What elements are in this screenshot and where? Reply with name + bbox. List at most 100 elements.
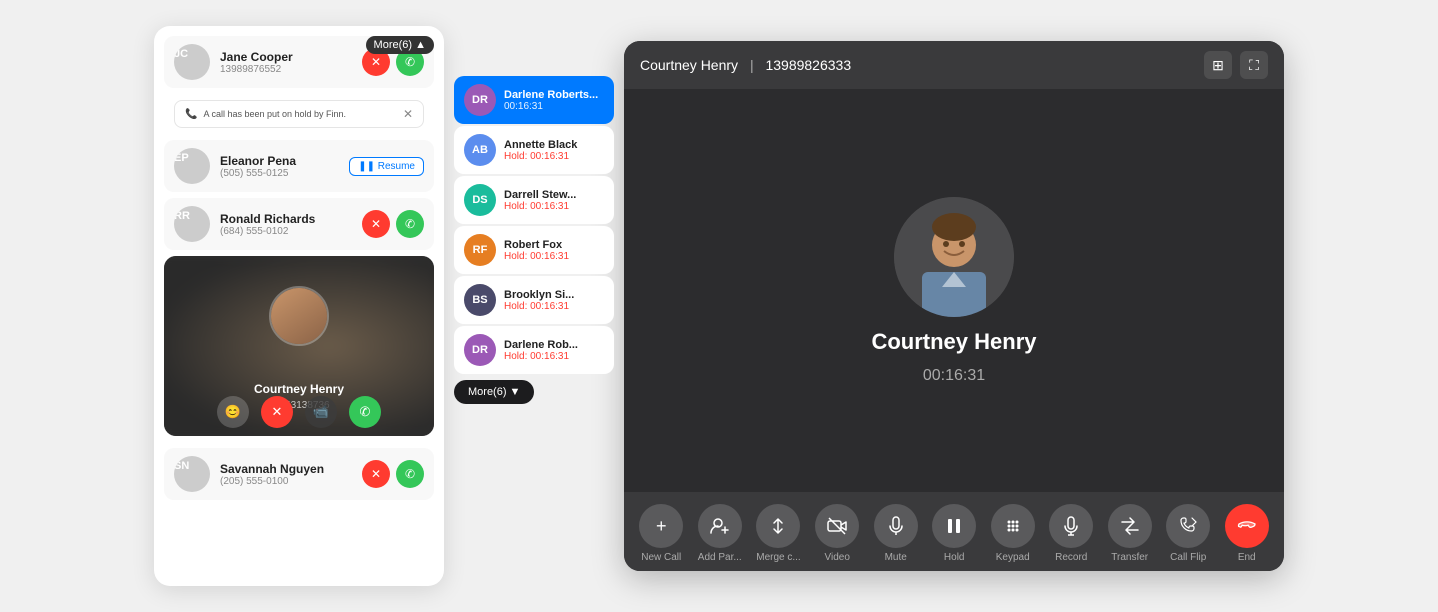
queue-item-annette[interactable]: AB Annette Black Hold: 00:16:31 [454,126,614,174]
video-camera-button[interactable]: 📹 [305,396,337,428]
queue-item-darlene2[interactable]: DR Darlene Rob... Hold: 00:16:31 [454,326,614,374]
call-name-ronald: Ronald Richards [220,212,352,226]
toolbar-record[interactable]: Record [1049,504,1093,563]
accept-button-savannah[interactable]: ✆ [396,460,424,488]
decline-button-savannah[interactable]: ✕ [362,460,390,488]
grid-view-button[interactable]: ⊞ [1204,51,1232,79]
call-item-eleanor: EP Eleanor Pena (505) 555-0125 ❚❚ Resume [164,140,434,192]
queue-name-annette: Annette Black [504,139,577,151]
more-queue-button[interactable]: More(6) ▼ [454,380,534,404]
mute-icon [874,504,918,548]
video-accept-button[interactable]: ✆ [349,396,381,428]
caller-name-header: Courtney Henry [640,57,738,73]
transfer-icon [1108,504,1152,548]
queue-item-brooklyn[interactable]: BS Brooklyn Si... Hold: 00:16:31 [454,276,614,324]
queue-avatar-darrell: DS [464,184,496,216]
queue-item-darrell[interactable]: DS Darrell Stew... Hold: 00:16:31 [454,176,614,224]
call-number-ronald: (684) 555-0102 [220,226,352,237]
queue-item-active[interactable]: DR Darlene Roberts... 00:16:31 [454,76,614,124]
record-icon [1049,504,1093,548]
record-label: Record [1055,552,1087,563]
call-queue-panel: DR Darlene Roberts... 00:16:31 AB Annett… [454,76,614,536]
queue-status-robert: Hold: 00:16:31 [504,251,569,262]
fullscreen-button[interactable]: ⛶ [1240,51,1268,79]
contact-avatar-svg [894,197,1014,317]
toolbar-hold[interactable]: Hold [932,504,976,563]
merge-label: Merge c... [756,552,800,563]
resume-button-eleanor[interactable]: ❚❚ Resume [349,157,424,176]
mute-label: Mute [885,552,907,563]
queue-avatar-robert: RF [464,234,496,266]
queue-avatar-darlene-active: DR [464,84,496,116]
video-end-button[interactable]: ✕ [261,396,293,428]
toolbar-video[interactable]: Video [815,504,859,563]
hold-icon [932,504,976,548]
call-item-ronald: RR Ronald Richards (684) 555-0102 ✕ ✆ [164,198,434,250]
toolbar-new-call[interactable]: + New Call [639,504,683,563]
toolbar-mute[interactable]: Mute [874,504,918,563]
header-icons: ⊞ ⛶ [1204,51,1268,79]
toolbar-add-participant[interactable]: Add Par... [698,504,742,563]
toolbar-transfer[interactable]: Transfer [1108,504,1152,563]
toolbar-call-flip[interactable]: Call Flip [1166,504,1210,563]
queue-item-robert[interactable]: RF Robert Fox Hold: 00:16:31 [454,226,614,274]
queue-name-darlene2: Darlene Rob... [504,339,578,351]
accept-button-ronald[interactable]: ✆ [396,210,424,238]
keypad-icon [991,504,1035,548]
caller-number-header: 13989826333 [765,57,851,73]
transfer-label: Transfer [1111,552,1148,563]
call-flip-label: Call Flip [1170,552,1206,563]
end-call-icon [1225,504,1269,548]
toolbar-keypad[interactable]: Keypad [991,504,1035,563]
new-call-icon: + [639,504,683,548]
merge-icon [756,504,800,548]
main-call-panel: Courtney Henry | 13989826333 ⊞ ⛶ [624,41,1284,571]
toolbar-merge[interactable]: Merge c... [756,504,800,563]
call-name-savannah: Savannah Nguyen [220,462,352,476]
call-body: Courtney Henry 00:16:31 [624,89,1284,492]
toolbar-end[interactable]: End [1225,504,1269,563]
call-number-jane: 13989876552 [220,64,352,75]
more-badge[interactable]: More(6) ▲ [366,36,434,54]
queue-status-annette: Hold: 00:16:31 [504,151,577,162]
queue-name-robert: Robert Fox [504,239,569,251]
call-list: JC Jane Cooper 13989876552 ✕ ✆ 📞 A call … [154,26,444,250]
new-call-label: New Call [641,552,681,563]
queue-name-darrell: Darrell Stew... [504,189,576,201]
queue-status-brooklyn: Hold: 00:16:31 [504,301,574,312]
video-label: Video [825,552,850,563]
contact-timer: 00:16:31 [923,367,985,385]
contact-avatar-large [894,197,1014,317]
call-number-eleanor: (505) 555-0125 [220,168,339,179]
header-separator: | [750,57,754,73]
queue-name-darlene-active: Darlene Roberts... [504,89,598,101]
queue-avatar-annette: AB [464,134,496,166]
hold-label: Hold [944,552,965,563]
queue-name-brooklyn: Brooklyn Si... [504,289,574,301]
call-toolbar: + New Call Add Par... Merge c... Video [624,492,1284,571]
avatar-jane: JC [174,44,210,80]
queue-avatar-brooklyn: BS [464,284,496,316]
decline-button-ronald[interactable]: ✕ [362,210,390,238]
left-call-panel: More(6) ▲ JC Jane Cooper 13989876552 ✕ ✆… [154,26,444,586]
call-item-savannah: SN Savannah Nguyen (205) 555-0100 ✕ ✆ [164,448,434,500]
keypad-label: Keypad [996,552,1030,563]
call-name-jane: Jane Cooper [220,50,352,64]
queue-time-active: 00:16:31 [504,101,598,112]
video-caller-name: Courtney Henry [254,382,344,396]
call-name-eleanor: Eleanor Pena [220,154,339,168]
video-preview: Courtney Henry 14843138736 😊 ✕ 📹 ✆ [164,256,434,436]
call-number-savannah: (205) 555-0100 [220,476,352,487]
notif-icon: 📞 [185,109,197,120]
notification-text: A call has been put on hold by Finn. [203,109,402,119]
notification-bar: 📞 A call has been put on hold by Finn. ✕ [174,100,424,128]
end-label: End [1238,552,1256,563]
video-avatar [269,286,329,346]
video-emoji-button[interactable]: 😊 [217,396,249,428]
queue-status-darlene2: Hold: 00:16:31 [504,351,578,362]
avatar-savannah: SN [174,456,210,492]
call-header: Courtney Henry | 13989826333 ⊞ ⛶ [624,41,1284,89]
bottom-call-section: SN Savannah Nguyen (205) 555-0100 ✕ ✆ [154,442,444,506]
call-header-title: Courtney Henry | 13989826333 [640,57,851,73]
notif-close-button[interactable]: ✕ [403,107,413,121]
